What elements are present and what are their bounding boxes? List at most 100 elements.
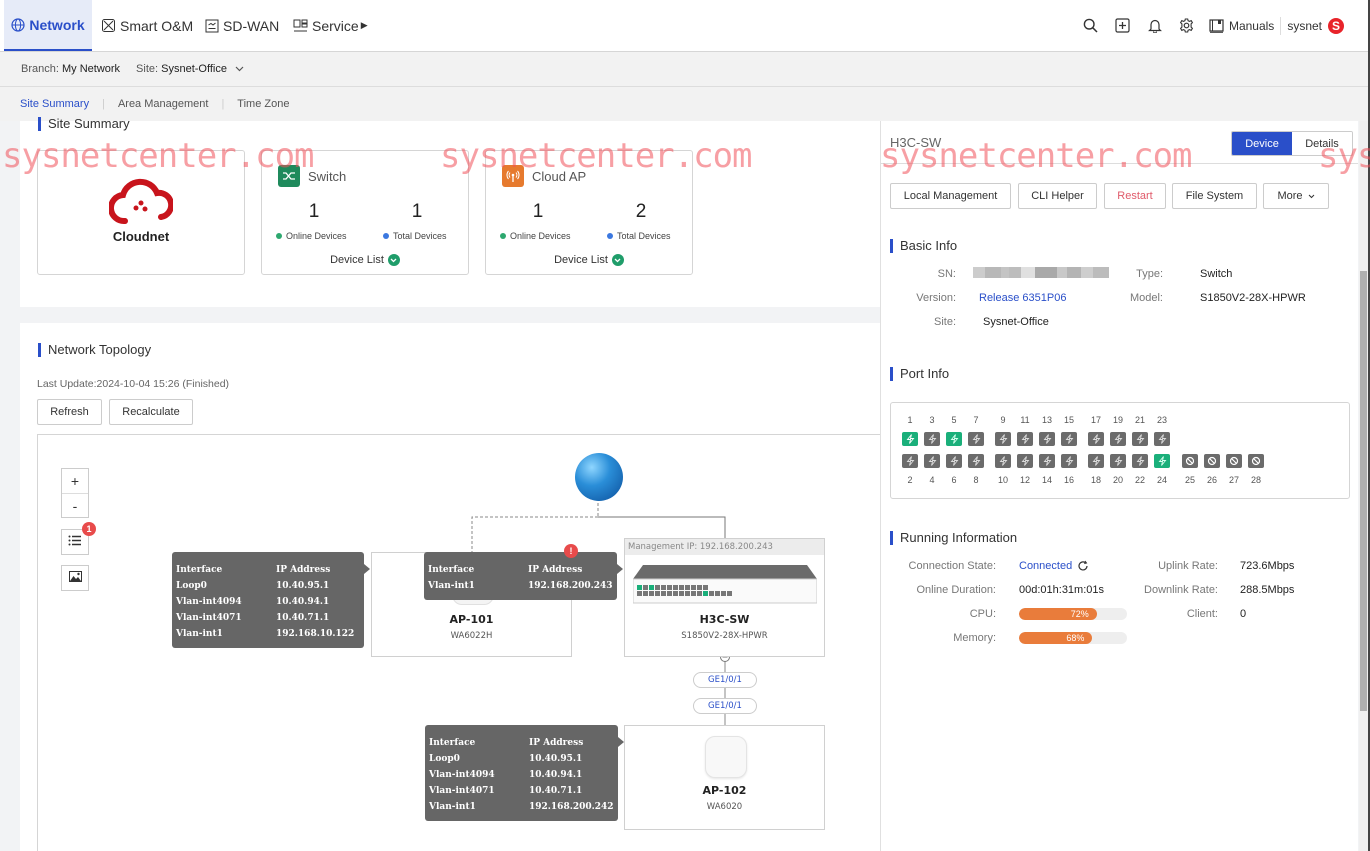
basic-info-title: Basic Info bbox=[890, 238, 957, 253]
link-internet-switch bbox=[598, 516, 726, 538]
interface-name: Vlan-int1 bbox=[429, 802, 476, 812]
port-23[interactable] bbox=[1154, 432, 1170, 446]
mini-port bbox=[691, 591, 696, 596]
port-number: 24 bbox=[1156, 475, 1167, 485]
nav-service[interactable]: Service ▶ bbox=[293, 0, 368, 51]
ap-device-list-toggle[interactable]: Device List bbox=[486, 254, 692, 266]
port-17[interactable] bbox=[1088, 432, 1104, 446]
poe-bolt-icon bbox=[1043, 456, 1052, 466]
search-icon[interactable] bbox=[1075, 10, 1107, 42]
fiber-port-icon bbox=[1229, 456, 1239, 466]
site-selector[interactable]: Sysnet-Office bbox=[161, 63, 227, 75]
port-11[interactable] bbox=[1017, 432, 1033, 446]
more-button[interactable]: More bbox=[1263, 183, 1329, 209]
port-22[interactable] bbox=[1132, 454, 1148, 468]
ip-address: IP Address bbox=[528, 565, 583, 575]
refresh-icon[interactable] bbox=[1077, 560, 1089, 572]
port-21[interactable] bbox=[1132, 432, 1148, 446]
connection-state-label: Connection State: bbox=[908, 560, 996, 572]
port-14[interactable] bbox=[1039, 454, 1055, 468]
mini-port bbox=[727, 591, 732, 596]
port-24[interactable] bbox=[1154, 454, 1170, 468]
port-6[interactable] bbox=[946, 454, 962, 468]
interface-name: Vlan-int4094 bbox=[176, 597, 242, 607]
port-8[interactable] bbox=[968, 454, 984, 468]
port-2[interactable] bbox=[902, 454, 918, 468]
node-name: AP-102 bbox=[702, 784, 747, 797]
port-9[interactable] bbox=[995, 432, 1011, 446]
chevron-down-icon[interactable] bbox=[235, 66, 244, 72]
local-management-button[interactable]: Local Management bbox=[890, 183, 1011, 209]
tab-area-management[interactable]: Area Management bbox=[118, 98, 209, 110]
nav-smart-om[interactable]: Smart O&M bbox=[101, 0, 193, 51]
port-16[interactable] bbox=[1061, 454, 1077, 468]
port-number: 20 bbox=[1112, 475, 1123, 485]
node-h3c-sw[interactable]: Management IP: 192.168.200.243 H3C-SW S1… bbox=[624, 538, 825, 657]
nav-sdwan[interactable]: SD-WAN bbox=[205, 0, 279, 51]
poe-bolt-icon bbox=[950, 434, 959, 444]
nav-network[interactable]: Network bbox=[4, 0, 92, 51]
bell-icon[interactable] bbox=[1139, 10, 1171, 42]
interface-tooltip: Interface IP Address Loop0 10.40.95.1 Vlan-i… bbox=[172, 552, 370, 648]
mini-port bbox=[685, 585, 690, 590]
port-10[interactable] bbox=[995, 454, 1011, 468]
panel-scrollbar[interactable] bbox=[1359, 121, 1368, 851]
chevron-down-icon bbox=[611, 254, 624, 266]
port-19[interactable] bbox=[1110, 432, 1126, 446]
client-label: Client: bbox=[1186, 608, 1218, 620]
mini-port bbox=[715, 591, 720, 596]
port-15[interactable] bbox=[1061, 432, 1077, 446]
fiber-port-icon bbox=[1251, 456, 1261, 466]
port-number: 27 bbox=[1228, 475, 1239, 485]
port-number: 1 bbox=[907, 415, 913, 425]
alert-icon[interactable]: ! bbox=[564, 544, 578, 558]
gear-icon[interactable] bbox=[1171, 10, 1203, 42]
port-number: 9 bbox=[1000, 415, 1006, 425]
tab-device[interactable]: Device bbox=[1232, 132, 1292, 155]
port-label-ap[interactable]: GE1/0/1 bbox=[693, 698, 757, 714]
port-28[interactable] bbox=[1248, 454, 1264, 468]
port-26[interactable] bbox=[1204, 454, 1220, 468]
restart-button[interactable]: Restart bbox=[1104, 183, 1166, 209]
downlink-rate-label: Downlink Rate: bbox=[1144, 584, 1218, 596]
tooltip-row: Vlan-int4071 10.40.71.1 bbox=[176, 610, 364, 626]
tab-site-summary[interactable]: Site Summary bbox=[20, 98, 89, 110]
refresh-button[interactable]: Refresh bbox=[37, 399, 102, 425]
ip-address: 10.40.94.1 bbox=[529, 770, 583, 780]
port-12[interactable] bbox=[1017, 454, 1033, 468]
port-13[interactable] bbox=[1039, 432, 1055, 446]
file-system-button[interactable]: File System bbox=[1172, 183, 1257, 209]
version-link[interactable]: Release 6351P06 bbox=[979, 292, 1066, 304]
mini-port bbox=[661, 591, 666, 596]
interface-name: Loop0 bbox=[176, 581, 207, 591]
scrollbar-thumb[interactable] bbox=[1360, 271, 1367, 711]
port-number: 22 bbox=[1134, 475, 1145, 485]
cli-helper-button[interactable]: CLI Helper bbox=[1018, 183, 1097, 209]
branch-selector[interactable]: My Network bbox=[62, 63, 120, 75]
topology-canvas[interactable]: + - 1 AP-101 WA6022H Management IP: 192.… bbox=[37, 434, 880, 851]
user-menu[interactable]: sysnet S bbox=[1287, 17, 1344, 34]
port-label-switch[interactable]: GE1/0/1 bbox=[693, 672, 757, 688]
port-7[interactable] bbox=[968, 432, 984, 446]
port-25[interactable] bbox=[1182, 454, 1198, 468]
tab-details[interactable]: Details bbox=[1292, 132, 1352, 155]
tooltip-row: Interface IP Address bbox=[176, 562, 364, 578]
port-18[interactable] bbox=[1088, 454, 1104, 468]
manuals-link[interactable]: Manuals bbox=[1209, 19, 1274, 33]
port-4[interactable] bbox=[924, 454, 940, 468]
poe-bolt-icon bbox=[1021, 456, 1030, 466]
recalculate-button[interactable]: Recalculate bbox=[109, 399, 193, 425]
mini-port bbox=[655, 591, 660, 596]
switch-device-list-toggle[interactable]: Device List bbox=[262, 254, 468, 266]
tab-time-zone[interactable]: Time Zone bbox=[237, 98, 289, 110]
port-5[interactable] bbox=[946, 432, 962, 446]
add-icon[interactable] bbox=[1107, 10, 1139, 42]
port-27[interactable] bbox=[1226, 454, 1242, 468]
port-20[interactable] bbox=[1110, 454, 1126, 468]
node-model: WA6020 bbox=[706, 802, 743, 812]
poe-bolt-icon bbox=[906, 456, 915, 466]
internet-globe-icon[interactable] bbox=[575, 453, 623, 501]
port-1[interactable] bbox=[902, 432, 918, 446]
node-ap-102[interactable]: AP-102 WA6020 bbox=[624, 725, 825, 830]
port-3[interactable] bbox=[924, 432, 940, 446]
